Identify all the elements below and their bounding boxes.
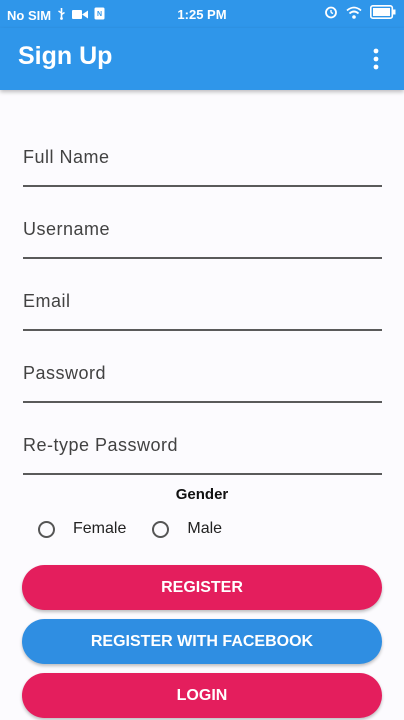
password-field — [23, 345, 382, 417]
page-title: Sign Up — [18, 42, 113, 70]
female-radio[interactable] — [38, 520, 55, 538]
male-label: Male — [187, 520, 223, 537]
email-input[interactable] — [23, 273, 382, 329]
retype-password-input[interactable] — [23, 417, 382, 473]
full-name-field — [23, 129, 382, 201]
register-with-facebook-button[interactable]: REGISTER WITH FACEBOOK — [22, 619, 382, 664]
status-bar: No SIM N 1:25 PM — [0, 0, 404, 28]
gender-radio-group: Female Male — [38, 520, 248, 538]
password-underline — [23, 401, 382, 403]
gender-option-female[interactable]: Female — [38, 520, 126, 538]
username-input[interactable] — [23, 201, 382, 257]
female-label: Female — [73, 520, 127, 537]
alarm-icon — [324, 5, 338, 22]
retype-password-underline — [23, 473, 382, 475]
male-radio[interactable] — [152, 520, 170, 538]
username-underline — [23, 257, 382, 259]
email-field — [23, 273, 382, 345]
full-name-underline — [23, 185, 382, 187]
username-field — [23, 201, 382, 273]
more-vert-icon — [373, 48, 379, 70]
gender-label: Gender — [175, 486, 229, 503]
full-name-input[interactable] — [23, 129, 382, 185]
wifi-icon — [346, 6, 362, 22]
app-bar: Sign Up — [0, 28, 404, 90]
overflow-menu-button[interactable] — [366, 48, 386, 70]
gender-option-male[interactable]: Male — [152, 520, 222, 538]
email-underline — [23, 329, 382, 331]
register-button[interactable]: REGISTER — [22, 565, 382, 610]
login-button[interactable]: LOGIN — [22, 673, 382, 718]
status-right — [324, 5, 396, 22]
battery-icon — [370, 5, 396, 22]
retype-password-field — [23, 417, 382, 489]
password-input[interactable] — [23, 345, 382, 401]
